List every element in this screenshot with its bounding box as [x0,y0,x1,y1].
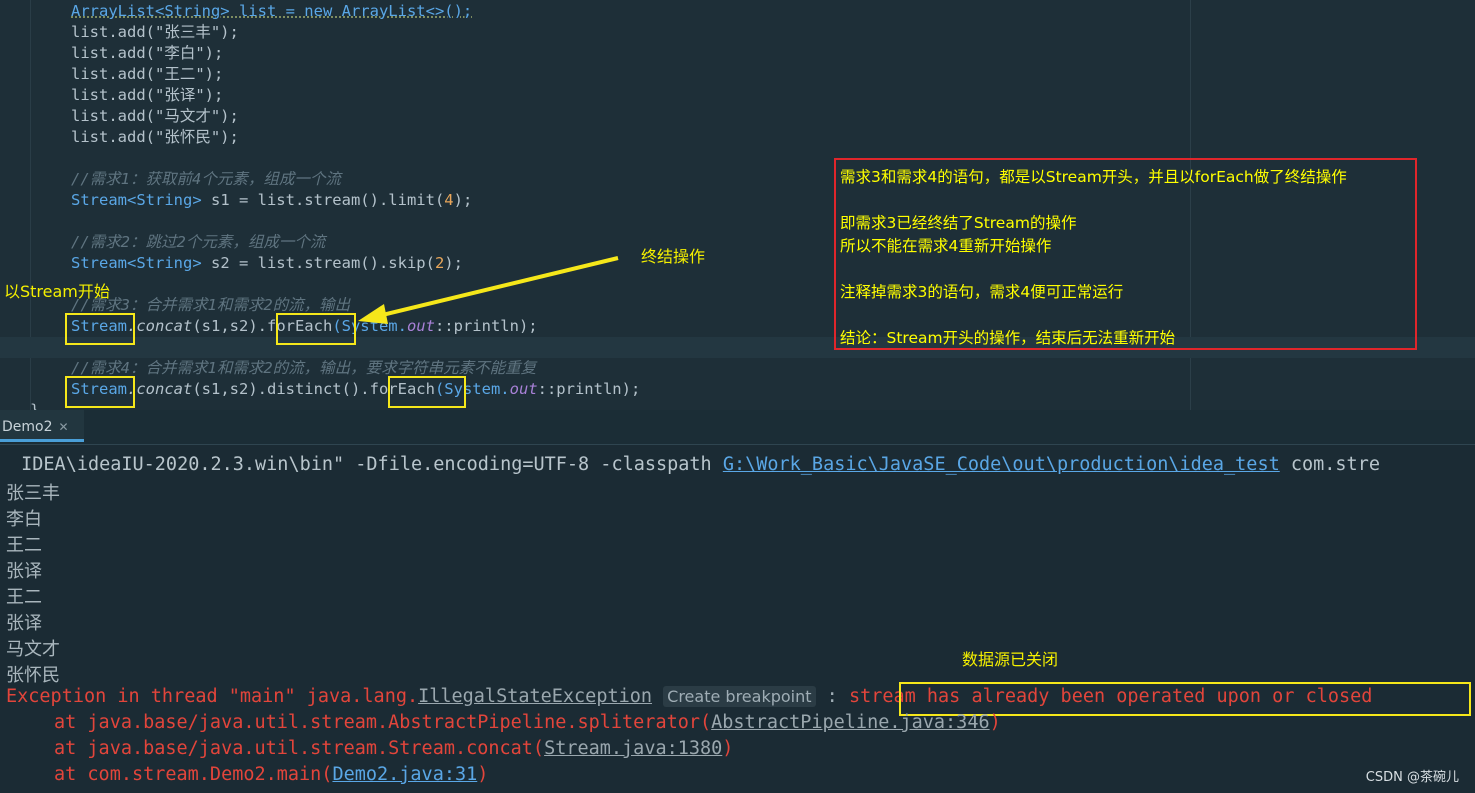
code-editor[interactable]: ArrayList<String> list = new ArrayList<>… [0,0,1475,410]
output-line: 张译 [6,613,42,634]
close-icon[interactable]: ✕ [59,420,69,434]
cmd-prefix: IDEA\ideaIU-2020.2.3.win\bin" -Dfile.enc… [10,454,723,475]
output-line: 张译 [6,561,42,582]
output-line: 王二 [6,535,42,556]
note-line: 所以不能在需求4重新开始操作 [840,237,1052,255]
colon: : [815,686,849,707]
stack-text: at java.base/java.util.stream.Stream.con… [54,738,545,759]
note-line [840,304,1411,327]
output-line: 王二 [6,587,42,608]
stack-link[interactable]: AbstractPipeline.java:346 [711,712,989,733]
output-line: 马文才 [6,639,60,660]
note-line: 结论：Stream开头的操作，结束后无法重新开始 [840,329,1176,347]
stack-trace-line: at com.stream.Demo2.main(Demo2.java:31) [54,764,488,785]
command-line: IDEA\ideaIU-2020.2.3.win\bin" -Dfile.enc… [10,454,1380,475]
note-line: 即需求3已经终结了Stream的操作 [840,214,1077,232]
stack-end: ) [722,738,734,759]
stream-start-label: 以Stream开始 [4,282,110,301]
output-line: 李白 [6,509,42,530]
stack-link[interactable]: Demo2.java:31 [332,764,477,785]
classpath-link[interactable]: G:\Work_Basic\JavaSE_Code\out\production… [723,454,1280,475]
note-line: 注释掉需求3的语句，需求4便可正常运行 [840,283,1124,301]
stack-link[interactable]: Stream.java:1380 [544,738,722,759]
exception-class-link[interactable]: IllegalStateException [418,686,652,707]
stack-end: ) [989,712,1001,733]
stack-trace-line: at java.base/java.util.stream.AbstractPi… [54,712,1001,733]
tab-label: Demo2 [2,419,53,435]
cmd-suffix: com.stre [1279,454,1380,475]
note-line [840,189,1411,212]
output-line: 张三丰 [6,483,60,504]
note-line: 需求3和需求4的语句，都是以Stream开头，并且以forEach做了终结操作 [840,168,1347,186]
stack-text: at com.stream.Demo2.main( [54,764,333,785]
run-tab-bar: Demo2 ✕ [0,410,1475,445]
stack-trace-line: at java.base/java.util.stream.Stream.con… [54,738,733,759]
explanation-note: 需求3和需求4的语句，都是以Stream开头，并且以forEach做了终结操作 … [834,158,1417,350]
watermark: CSDN @茶碗儿 [1365,770,1459,785]
stack-text: at java.base/java.util.stream.AbstractPi… [54,712,712,733]
output-line: 张怀民 [6,665,60,686]
create-breakpoint-button[interactable]: Create breakpoint [663,686,816,707]
terminal-op-label: 终结操作 [641,247,706,266]
source-closed-label: 数据源已关闭 [962,650,1059,669]
exception-message-highlight-box [899,682,1471,716]
note-line [840,258,1411,281]
exception-prefix: Exception in thread "main" java.lang. [6,686,419,707]
tab-demo2[interactable]: Demo2 ✕ [0,410,84,442]
run-console[interactable]: IDEA\ideaIU-2020.2.3.win\bin" -Dfile.enc… [0,446,1475,793]
stack-end: ) [477,764,489,785]
